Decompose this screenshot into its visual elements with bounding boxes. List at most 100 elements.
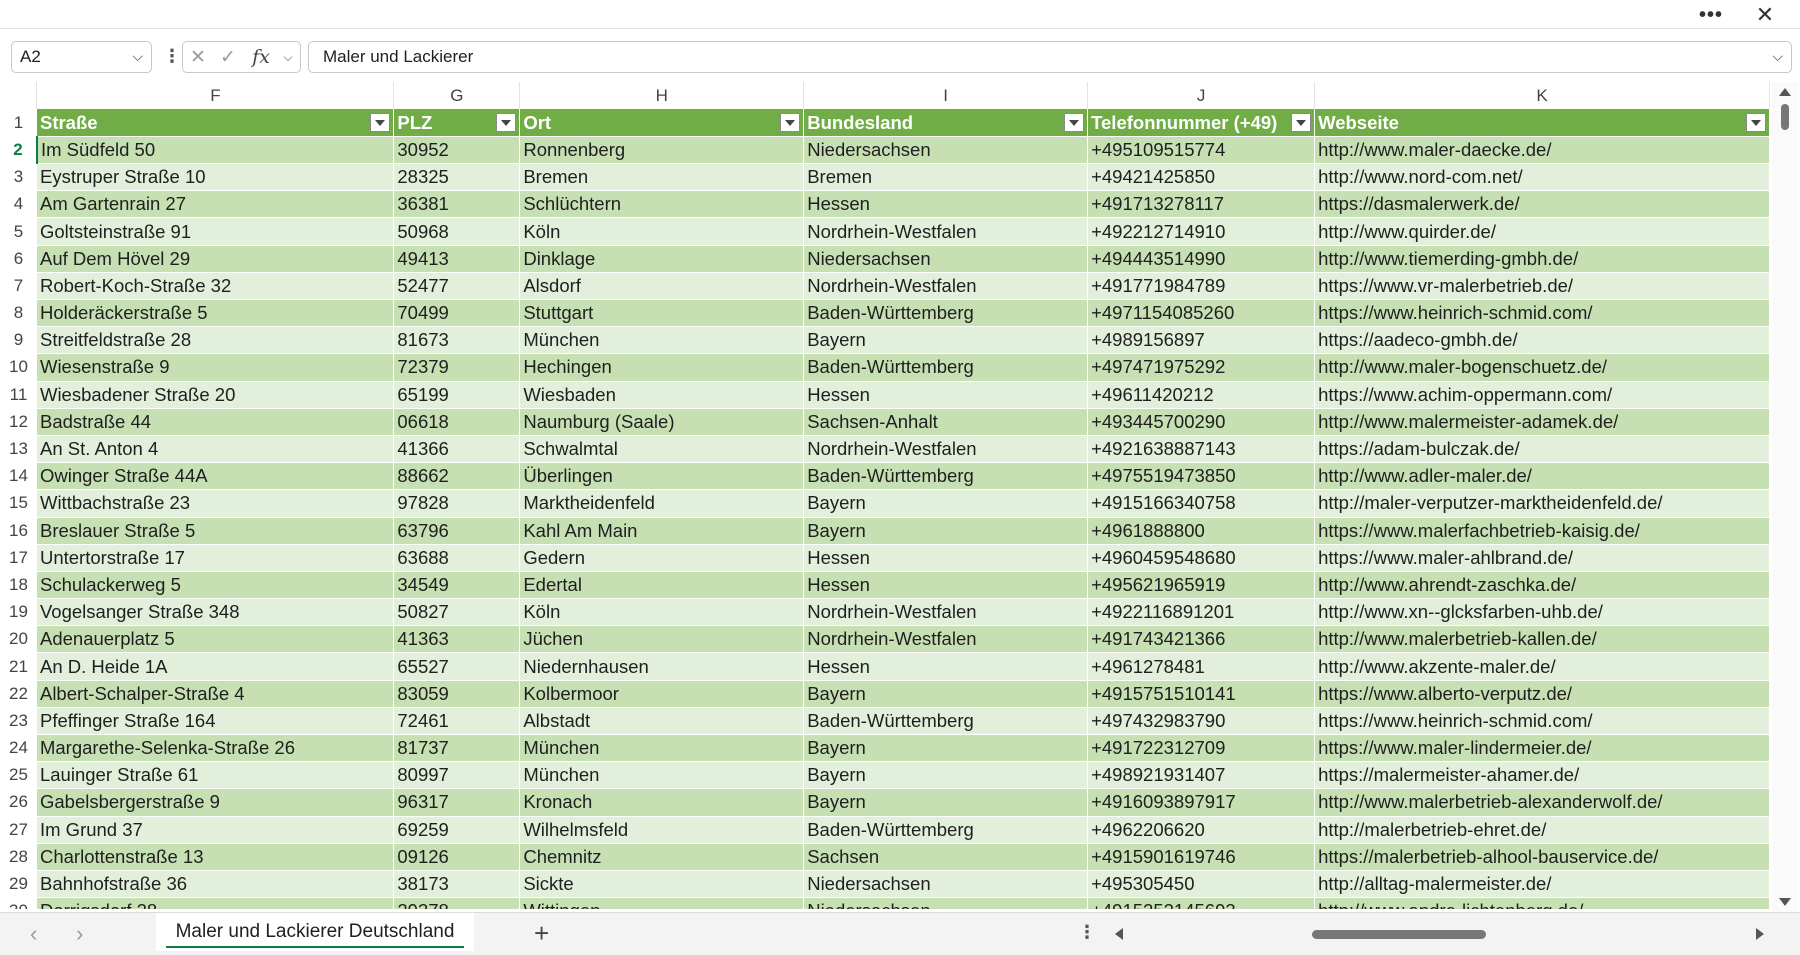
table-cell[interactable]: +4922116891201 <box>1087 598 1316 627</box>
header-cell-webseite[interactable]: Webseite <box>1314 109 1770 137</box>
table-cell[interactable]: http://www.adler-maler.de/ <box>1314 462 1770 491</box>
table-cell[interactable]: 29378 <box>393 897 521 909</box>
table-cell[interactable]: Wittbachstraße 23 <box>36 489 395 518</box>
row-number[interactable]: 21 <box>0 652 37 681</box>
table-cell[interactable]: 81673 <box>393 326 521 355</box>
more-options-icon[interactable]: ••• <box>1688 0 1734 29</box>
row-number[interactable]: 7 <box>0 272 37 300</box>
table-cell[interactable]: Auf Dem Hövel 29 <box>36 245 395 273</box>
table-cell[interactable]: Hessen <box>803 652 1089 681</box>
table-cell[interactable]: Breslauer Straße 5 <box>36 517 395 545</box>
table-cell[interactable]: http://www.tiemerding-gmbh.de/ <box>1314 245 1770 273</box>
table-cell[interactable]: Hessen <box>803 571 1089 600</box>
table-cell[interactable]: http://www.maler-daecke.de/ <box>1314 136 1770 165</box>
table-cell[interactable]: Gabelsbergerstraße 9 <box>36 788 395 817</box>
table-cell[interactable]: Lauinger Straße 61 <box>36 761 395 790</box>
table-cell[interactable]: +497471975292 <box>1087 353 1316 382</box>
table-cell[interactable]: Untertorstraße 17 <box>36 544 395 572</box>
table-cell[interactable]: 28325 <box>393 163 521 192</box>
table-cell[interactable]: http://alltag-malermeister.de/ <box>1314 870 1770 899</box>
table-cell[interactable]: Hessen <box>803 544 1089 572</box>
table-cell[interactable]: https://www.heinrich-schmid.com/ <box>1314 299 1770 328</box>
table-cell[interactable]: Hessen <box>803 190 1089 219</box>
header-cell-plz[interactable]: PLZ <box>393 109 521 137</box>
table-cell[interactable]: Bayern <box>803 734 1089 763</box>
table-cell[interactable]: http://maler-verputzer-marktheidenfeld.d… <box>1314 489 1770 518</box>
table-cell[interactable]: +4915901619746 <box>1087 843 1316 871</box>
table-cell[interactable]: Margarethe-Selenka-Straße 26 <box>36 734 395 763</box>
table-cell[interactable]: https://www.alberto-verputz.de/ <box>1314 680 1770 708</box>
row-number[interactable]: 8 <box>0 299 37 327</box>
table-cell[interactable]: Niedernhausen <box>519 652 805 681</box>
table-cell[interactable]: https://www.achim-oppermann.com/ <box>1314 381 1770 409</box>
table-cell[interactable]: Naumburg (Saale) <box>519 408 805 436</box>
table-cell[interactable]: Baden-Württemberg <box>803 816 1089 844</box>
table-cell[interactable]: https://www.heinrich-schmid.com/ <box>1314 707 1770 736</box>
table-cell[interactable]: 69259 <box>393 816 521 844</box>
table-cell[interactable]: Nordrhein-Westfalen <box>803 217 1089 246</box>
row-number[interactable]: 2 <box>0 136 38 164</box>
table-cell[interactable]: Schulackerweg 5 <box>36 571 395 600</box>
more-vertical-icon[interactable]: ⋮ <box>1078 922 1096 943</box>
column-header[interactable]: K <box>1314 82 1770 110</box>
table-cell[interactable]: +4916093897917 <box>1087 788 1316 817</box>
table-cell[interactable]: 88662 <box>393 462 521 491</box>
row-number[interactable]: 25 <box>0 761 37 789</box>
table-cell[interactable]: https://malermeister-ahamer.de/ <box>1314 761 1770 790</box>
table-cell[interactable]: Nordrhein-Westfalen <box>803 435 1089 464</box>
table-cell[interactable]: Ronnenberg <box>519 136 805 165</box>
table-cell[interactable]: Adenauerplatz 5 <box>36 625 395 654</box>
column-header[interactable]: F <box>36 82 395 110</box>
table-cell[interactable]: https://adam-bulczak.de/ <box>1314 435 1770 464</box>
table-cell[interactable]: Kolbermoor <box>519 680 805 708</box>
row-number[interactable]: 19 <box>0 598 37 626</box>
table-cell[interactable]: 41363 <box>393 625 521 654</box>
table-cell[interactable]: Streitfeldstraße 28 <box>36 326 395 355</box>
table-cell[interactable]: Pfeffinger Straße 164 <box>36 707 395 736</box>
table-cell[interactable]: https://www.maler-ahlbrand.de/ <box>1314 544 1770 572</box>
enter-icon[interactable]: ✓ <box>213 42 243 72</box>
column-header[interactable]: G <box>393 82 521 110</box>
row-number[interactable]: 3 <box>0 163 37 191</box>
horizontal-scroll-thumb[interactable] <box>1312 930 1486 939</box>
table-cell[interactable]: Niedersachsen <box>803 897 1089 909</box>
close-icon[interactable]: ✕ <box>1742 0 1788 29</box>
table-cell[interactable]: +492212714910 <box>1087 217 1316 246</box>
chevron-down-icon[interactable]: ⌵ <box>132 48 143 65</box>
row-number[interactable]: 22 <box>0 680 37 708</box>
table-cell[interactable]: 63688 <box>393 544 521 572</box>
table-cell[interactable]: Alsdorf <box>519 272 805 301</box>
table-cell[interactable]: +491713278117 <box>1087 190 1316 219</box>
table-cell[interactable]: Nordrhein-Westfalen <box>803 598 1089 627</box>
table-cell[interactable]: 72379 <box>393 353 521 382</box>
row-number[interactable]: 4 <box>0 190 37 218</box>
table-cell[interactable]: +495621965919 <box>1087 571 1316 600</box>
table-cell[interactable]: Chemnitz <box>519 843 805 871</box>
table-cell[interactable]: München <box>519 326 805 355</box>
header-cell-ort[interactable]: Ort <box>519 109 805 137</box>
table-cell[interactable]: Wiesbadener Straße 20 <box>36 381 395 409</box>
table-cell[interactable]: Am Gartenrain 27 <box>36 190 395 219</box>
table-cell[interactable]: 65199 <box>393 381 521 409</box>
row-number[interactable]: 9 <box>0 326 37 354</box>
table-cell[interactable]: Sachsen <box>803 843 1089 871</box>
table-cell[interactable]: Sachsen-Anhalt <box>803 408 1089 436</box>
insert-function-icon[interactable]: fx <box>243 42 279 72</box>
table-cell[interactable]: +495305450 <box>1087 870 1316 899</box>
table-cell[interactable]: +4915252145693 <box>1087 897 1316 909</box>
table-cell[interactable]: Hechingen <box>519 353 805 382</box>
filter-dropdown-icon[interactable] <box>780 113 801 133</box>
table-cell[interactable]: Jüchen <box>519 625 805 654</box>
formula-input[interactable]: Maler und Lackierer ⌵ <box>308 41 1792 73</box>
table-cell[interactable]: +4915751510141 <box>1087 680 1316 708</box>
row-number[interactable]: 6 <box>0 245 37 273</box>
table-cell[interactable]: Bayern <box>803 680 1089 708</box>
row-number[interactable]: 10 <box>0 353 37 382</box>
table-cell[interactable]: Baden-Württemberg <box>803 299 1089 328</box>
table-cell[interactable]: +491743421366 <box>1087 625 1316 654</box>
table-cell[interactable]: Niedersachsen <box>803 136 1089 165</box>
table-cell[interactable]: http://www.malermeister-adamek.de/ <box>1314 408 1770 436</box>
table-cell[interactable]: Wiesenstraße 9 <box>36 353 395 382</box>
table-cell[interactable]: 83059 <box>393 680 521 708</box>
table-cell[interactable]: Owinger Straße 44A <box>36 462 395 491</box>
